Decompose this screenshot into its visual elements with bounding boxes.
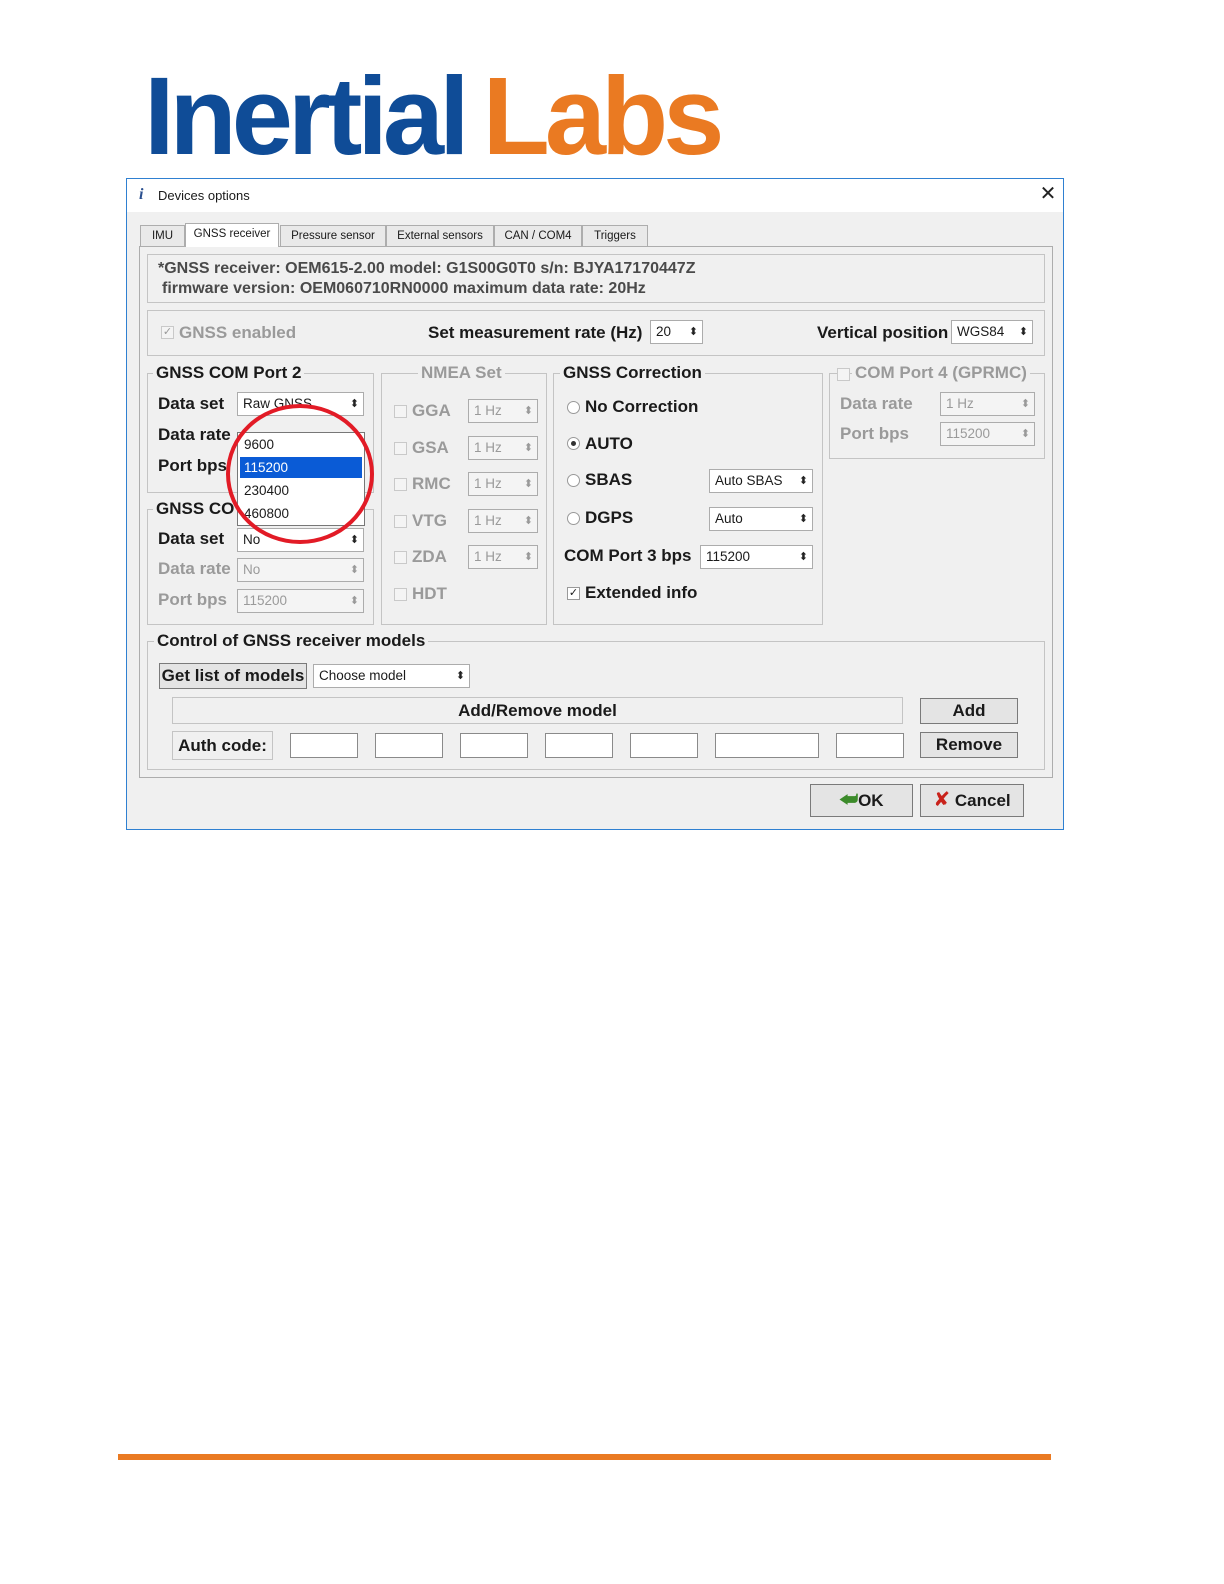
com-port4-title: COM Port 4 (GPRMC)	[852, 363, 1030, 383]
dgps-select[interactable]: Auto ⬍	[709, 507, 813, 531]
com-other-port-bps-select[interactable]: 115200 ⬍	[237, 589, 364, 613]
auth-code-field-5[interactable]	[630, 733, 698, 758]
cancel-button[interactable]: ✘ Cancel	[920, 784, 1024, 817]
gga-label: GGA	[412, 401, 451, 420]
com-other-port-bps-label: Port bps	[158, 590, 227, 609]
com2-port-bps-label: Port bps	[158, 456, 227, 475]
tab-imu[interactable]: IMU	[140, 225, 185, 246]
tab-gnss-receiver[interactable]: GNSS receiver	[185, 223, 279, 247]
vertical-position-label: Vertical position	[817, 323, 949, 342]
close-icon[interactable]: ✕	[1037, 183, 1059, 205]
extended-info-checkbox[interactable]: ✓	[567, 587, 580, 600]
auth-code-field-1[interactable]	[290, 733, 358, 758]
red-x-icon: ✘	[933, 789, 951, 811]
measurement-rate-spinbox[interactable]: 20 ⬍	[650, 320, 703, 344]
com4-data-rate-label: Data rate	[840, 394, 913, 413]
zda-rate-select[interactable]: 1 Hz ⬍	[468, 545, 538, 569]
com4-port-bps-select[interactable]: 115200 ⬍	[940, 422, 1035, 446]
ok-button[interactable]: ⮨OK	[810, 784, 913, 817]
tab-can-com4[interactable]: CAN / COM4	[494, 225, 582, 246]
com-other-data-rate-label: Data rate	[158, 559, 231, 578]
auth-code-field-4[interactable]	[545, 733, 613, 758]
top-settings-row: ✓ GNSS enabled Set measurement rate (Hz)…	[147, 310, 1045, 356]
no-correction-radio[interactable]	[567, 401, 580, 414]
auto-radio[interactable]	[567, 437, 580, 450]
vtg-label: VTG	[412, 511, 447, 530]
window-title: Devices options	[158, 188, 250, 203]
dgps-label: DGPS	[585, 508, 634, 527]
auto-label: AUTO	[585, 434, 633, 453]
hdt-checkbox[interactable]	[394, 588, 407, 601]
rmc-rate-select[interactable]: 1 Hz ⬍	[468, 472, 538, 496]
com-port4-checkbox[interactable]	[837, 368, 850, 381]
choose-model-select[interactable]: Choose model ⬍	[313, 664, 470, 688]
tab-external-sensors[interactable]: External sensors	[386, 225, 494, 246]
auth-code-field-3[interactable]	[460, 733, 528, 758]
com-port3-label: COM Port 3 bps	[564, 546, 692, 565]
com-other-data-set-label: Data set	[158, 529, 225, 548]
com-port3-select[interactable]: 115200 ⬍	[700, 545, 813, 569]
add-model-button[interactable]: Add	[920, 698, 1018, 724]
com4-data-rate-select[interactable]: 1 Hz ⬍	[940, 392, 1035, 416]
extended-info-label: Extended info	[585, 583, 698, 602]
receiver-models-group: Control of GNSS receiver models Get list…	[147, 631, 1045, 770]
auth-code-field-7[interactable]	[836, 733, 904, 758]
no-correction-label: No Correction	[585, 397, 699, 416]
title-bar: i Devices options ✕	[127, 179, 1063, 212]
gnss-enabled-label: GNSS enabled	[179, 323, 297, 342]
gsa-rate-select[interactable]: 1 Hz ⬍	[468, 436, 538, 460]
auth-code-field-2[interactable]	[375, 733, 443, 758]
auth-code-field-6[interactable]	[715, 733, 819, 758]
rmc-label: RMC	[412, 474, 451, 493]
gsa-label: GSA	[412, 438, 449, 457]
nmea-set-group: NMEA Set GGA 1 Hz ⬍ GSA 1 Hz ⬍ RMC 1 Hz ⬍ V…	[381, 363, 547, 625]
vtg-rate-select[interactable]: 1 Hz ⬍	[468, 509, 538, 533]
gnss-correction-group: GNSS Correction No Correction AUTO SBAS …	[553, 363, 823, 625]
gsa-checkbox[interactable]	[394, 442, 407, 455]
auth-code-label: Auth code:	[172, 731, 273, 760]
get-list-of-models-button[interactable]: Get list of models	[159, 663, 307, 689]
receiver-info-line1: *GNSS receiver: OEM615-2.00 model: G1S00…	[158, 260, 696, 277]
com-other-data-rate-select[interactable]: No ⬍	[237, 558, 364, 582]
footer-divider	[118, 1454, 1051, 1460]
receiver-info-box: *GNSS receiver: OEM615-2.00 model: G1S00…	[147, 254, 1045, 303]
zda-label: ZDA	[412, 547, 447, 566]
green-arrow-icon: ⮨	[839, 789, 859, 811]
add-remove-model-header: Add/Remove model	[172, 697, 903, 724]
rmc-checkbox[interactable]	[394, 478, 407, 491]
company-logo: Inertial Labs	[144, 55, 724, 178]
gga-rate-select[interactable]: 1 Hz ⬍	[468, 399, 538, 423]
sbas-label: SBAS	[585, 470, 633, 489]
com-port4-group: COM Port 4 (GPRMC) Data rate 1 Hz ⬍ Port …	[829, 363, 1045, 459]
com-port-other-title: GNSS CO	[153, 499, 238, 519]
gnss-correction-title: GNSS Correction	[560, 363, 705, 383]
tab-triggers[interactable]: Triggers	[582, 225, 648, 246]
nmea-set-title: NMEA Set	[418, 363, 505, 383]
gga-checkbox[interactable]	[394, 405, 407, 418]
remove-model-button[interactable]: Remove	[920, 732, 1018, 758]
com2-data-set-label: Data set	[158, 394, 225, 413]
sbas-select[interactable]: Auto SBAS ⬍	[709, 469, 813, 493]
vertical-position-select[interactable]: WGS84 ⬍	[951, 320, 1033, 344]
sbas-radio[interactable]	[567, 474, 580, 487]
receiver-info-line2: firmware version: OEM060710RN0000 maximu…	[162, 280, 646, 297]
com-port2-title: GNSS COM Port 2	[153, 363, 305, 383]
vtg-checkbox[interactable]	[394, 515, 407, 528]
zda-checkbox[interactable]	[394, 551, 407, 564]
tab-pressure-sensor[interactable]: Pressure sensor	[280, 225, 386, 246]
dgps-radio[interactable]	[567, 512, 580, 525]
receiver-models-title: Control of GNSS receiver models	[154, 631, 429, 651]
red-circle-highlight	[226, 404, 374, 544]
gnss-enabled-checkbox[interactable]: ✓	[161, 326, 174, 339]
com4-port-bps-label: Port bps	[840, 424, 909, 443]
info-icon: i	[139, 186, 144, 203]
hdt-label: HDT	[412, 584, 447, 603]
com2-data-rate-label: Data rate	[158, 425, 231, 444]
measurement-rate-label: Set measurement rate (Hz)	[428, 323, 643, 342]
